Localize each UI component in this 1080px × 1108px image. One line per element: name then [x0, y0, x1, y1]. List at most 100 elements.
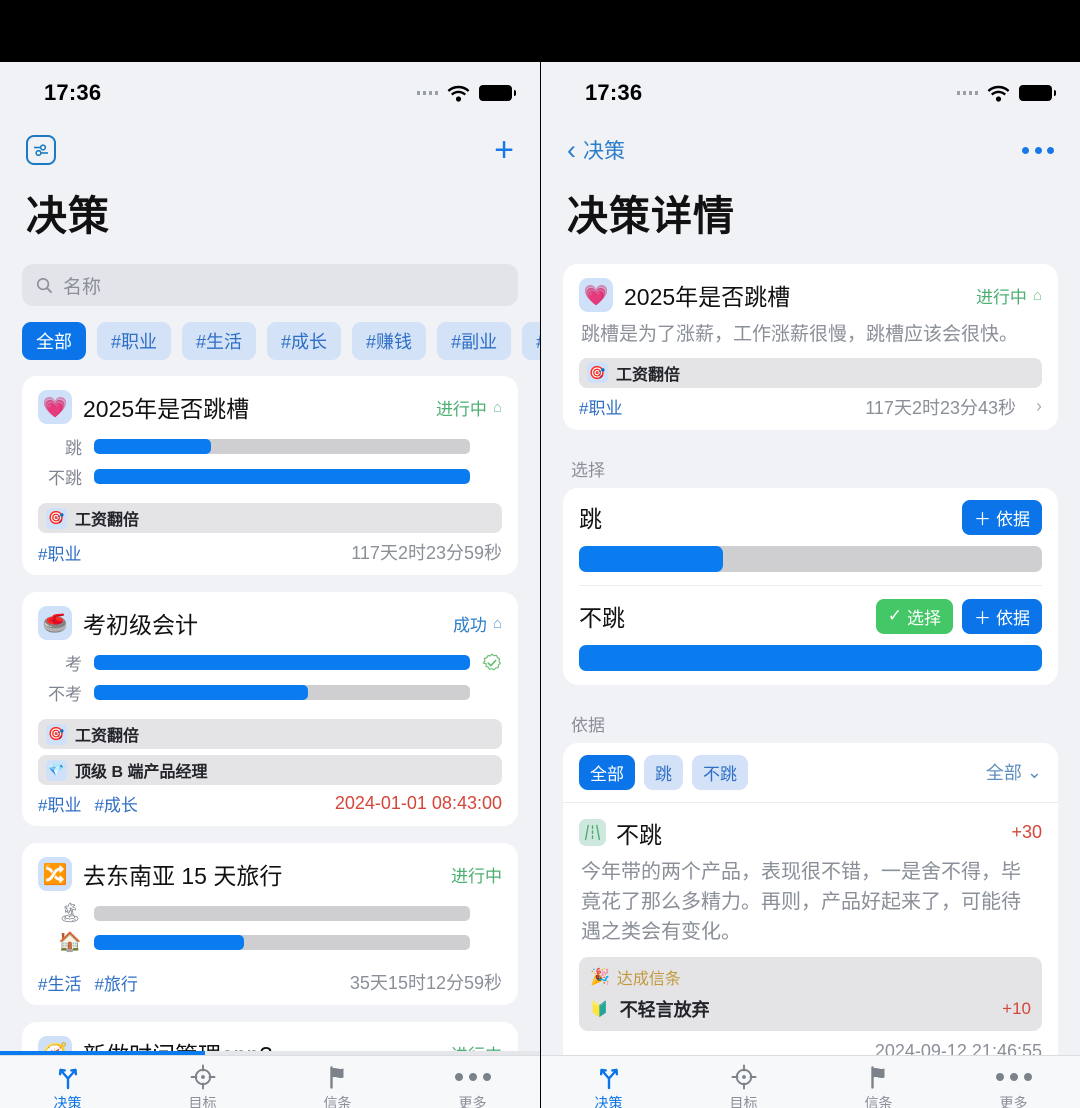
tab-right-0[interactable]: 决策: [541, 1063, 676, 1108]
decision-card[interactable]: 🔀 去东南亚 15 天旅行 进行中 🏝 🏠 #生活 #旅行 35天15时12分5…: [22, 843, 518, 1005]
tag-label[interactable]: #职业: [579, 394, 622, 419]
summary-header: 💗 2025年是否跳槽 进行中 ⌂: [579, 278, 1042, 312]
tag-chip-6[interactable]: #爱: [522, 322, 540, 360]
goal-attribute[interactable]: 🎯 工资翻倍: [38, 503, 502, 533]
decision-summary-card[interactable]: 💗 2025年是否跳槽 进行中 ⌂ 跳槽是为了涨薪，工作涨薪很慢，跳槽应该会很快…: [563, 264, 1058, 430]
fork-branch-icon: [596, 1063, 622, 1090]
choice-actions[interactable]: ✓ 选择＋依据: [875, 598, 1042, 634]
tab-left-2[interactable]: 信条: [270, 1063, 405, 1108]
tab-label: 目标: [729, 1095, 758, 1108]
decision-title: 2025年是否跳槽: [83, 396, 250, 422]
goal-attribute[interactable]: 🎯 工资翻倍: [38, 719, 502, 749]
goal-icon: 🎯: [46, 507, 67, 529]
tag-chip-5[interactable]: #副业: [437, 322, 512, 360]
creed-header: 🎉 达成信条: [590, 965, 1031, 989]
decision-card[interactable]: 🥌 考初级会计 成功 ⌂ 考 不考 🎯 工资翻倍 💎 顶级 B 端产品经理 #职…: [22, 592, 518, 826]
check-icon: ✓: [887, 606, 902, 626]
tag-filter-chips[interactable]: 全部 #职业 #生活 #成长 #赚钱 #副业 #爱: [0, 306, 540, 360]
add-evidence-button[interactable]: ＋依据: [962, 499, 1042, 535]
card-footer: #生活 #旅行 35天15时12分59秒: [38, 969, 502, 995]
tab-right-3[interactable]: 更多: [946, 1063, 1080, 1108]
status-bar-right: 17:36: [541, 62, 1080, 124]
tag-chip-1[interactable]: #职业: [97, 322, 172, 360]
dual-screenshot-panes: 17:36 + 决策 名称 全部 #职业 #生活 #成长 #赚钱 #副业 💗 2…: [0, 62, 1080, 1108]
card-footer: #职业 117天2时23分59秒: [38, 539, 502, 565]
sliders-icon[interactable]: [26, 135, 56, 165]
back-label: 决策: [583, 140, 625, 163]
tag-chip-2[interactable]: #生活: [182, 322, 257, 360]
decision-card[interactable]: 💗 2025年是否跳槽 进行中 ⌂ 跳 不跳 🎯 工资翻倍 #职业 117天2时…: [22, 376, 518, 575]
evidence-filter-chip-0[interactable]: 全部: [579, 754, 635, 790]
option-bar-row: 跳: [38, 434, 502, 459]
nav-bar-right: ‹ 决策: [541, 124, 1080, 176]
evidence-sort-selector[interactable]: 全部 ⌄: [986, 759, 1042, 785]
tab-right-1[interactable]: 目标: [676, 1063, 811, 1108]
add-decision-button[interactable]: +: [494, 133, 514, 167]
tab-left-3[interactable]: 更多: [405, 1063, 540, 1108]
choices-panel: 跳 ＋依据 不跳 ✓ 选择＋依据: [563, 487, 1058, 685]
device-bezel-top: [0, 0, 1080, 62]
evidence-filter-chips[interactable]: 全部跳不跳: [579, 754, 757, 790]
option-label: 考: [65, 655, 82, 674]
option-bar-row: 不考: [38, 680, 502, 705]
tab-right-2[interactable]: 信条: [811, 1063, 946, 1108]
creed-item: 🔰 不轻言放弃 +10: [590, 996, 1031, 1022]
back-button[interactable]: ‹ 决策: [567, 135, 625, 165]
evidence-filter-chip-1[interactable]: 跳: [644, 754, 683, 790]
status-badge: 成功 ⌂: [453, 611, 502, 636]
tag-chip-4[interactable]: #赚钱: [352, 322, 427, 360]
evidence-filter-chip-2[interactable]: 不跳: [692, 754, 748, 790]
status-badge: 进行中: [451, 862, 502, 887]
option-progress-fill: [94, 469, 470, 484]
goal-label: 顶级 B 端产品经理: [75, 764, 208, 781]
choice-actions[interactable]: ＋依据: [962, 499, 1042, 535]
status-indicators: [416, 85, 516, 102]
plus-icon: ＋: [974, 608, 991, 628]
choices-section-label: 选择: [571, 460, 605, 480]
goal-attribute[interactable]: 💎 顶级 B 端产品经理: [38, 755, 502, 785]
sort-value: 全部: [985, 763, 1022, 784]
screenshot-root: 17:36 + 决策 名称 全部 #职业 #生活 #成长 #赚钱 #副业 💗 2…: [0, 0, 1080, 1108]
option-progress-track: [94, 655, 470, 670]
ellipsis-icon[interactable]: [1022, 146, 1054, 154]
choice-label: 跳: [579, 506, 602, 533]
tab-bar-left[interactable]: 决策 目标 信条 更多: [0, 1055, 540, 1108]
wifi-icon: [447, 85, 470, 102]
tab-left-0[interactable]: 决策: [0, 1063, 135, 1108]
tag-label[interactable]: #成长: [94, 791, 137, 816]
fork-branch-icon: [55, 1063, 81, 1090]
tag-label[interactable]: #职业: [38, 791, 81, 816]
tag-chip-3[interactable]: #成长: [267, 322, 342, 360]
road-icon: [579, 819, 606, 847]
tag-label[interactable]: #旅行: [94, 970, 137, 995]
creed-block[interactable]: 🎉 达成信条 🔰 不轻言放弃 +10: [579, 956, 1042, 1031]
goal-icon: 💎: [46, 759, 67, 781]
verified-check-icon: [482, 652, 502, 671]
goal-attribute[interactable]: 🎯 工资翻倍: [579, 357, 1042, 388]
tab-bar-right[interactable]: 决策 目标 信条 更多: [541, 1055, 1080, 1108]
tag-label[interactable]: #生活: [38, 970, 81, 995]
archive-box-icon: ⌂: [492, 614, 502, 632]
tab-left-1[interactable]: 目标: [135, 1063, 270, 1108]
button-label: 依据: [996, 509, 1030, 529]
tag-chip-0[interactable]: 全部: [22, 322, 86, 360]
evidence-choice-label: 不跳: [616, 821, 662, 848]
search-input[interactable]: 名称: [22, 264, 518, 306]
chevron-right-icon[interactable]: ›: [1036, 396, 1042, 417]
choice-label: 不跳: [579, 605, 625, 632]
add-evidence-button[interactable]: ＋依据: [962, 598, 1042, 634]
ellipsis-icon: [454, 1063, 491, 1090]
wifi-icon: [987, 85, 1010, 102]
evidence-item[interactable]: 不跳 +30 今年带的两个产品，表现很不错，一是舍不得，毕竟花了那么多精力。再则…: [563, 803, 1058, 1074]
decision-emoji-icon: 🥌: [38, 606, 72, 640]
page-title: 决策: [26, 193, 110, 239]
party-popper-icon: 🎉: [590, 968, 610, 986]
card-header: 🔀 去东南亚 15 天旅行 进行中: [38, 857, 502, 891]
select-choice-button[interactable]: ✓ 选择: [875, 598, 953, 634]
evidence-filter-row[interactable]: 全部跳不跳 全部 ⌄: [563, 743, 1058, 803]
status-badge: 进行中 ⌂: [976, 283, 1042, 308]
evidence-score: +30: [1011, 822, 1042, 843]
button-label: 依据: [996, 608, 1030, 628]
elapsed-time: 2024-01-01 08:43:00: [334, 793, 502, 813]
tag-label[interactable]: #职业: [38, 540, 81, 565]
